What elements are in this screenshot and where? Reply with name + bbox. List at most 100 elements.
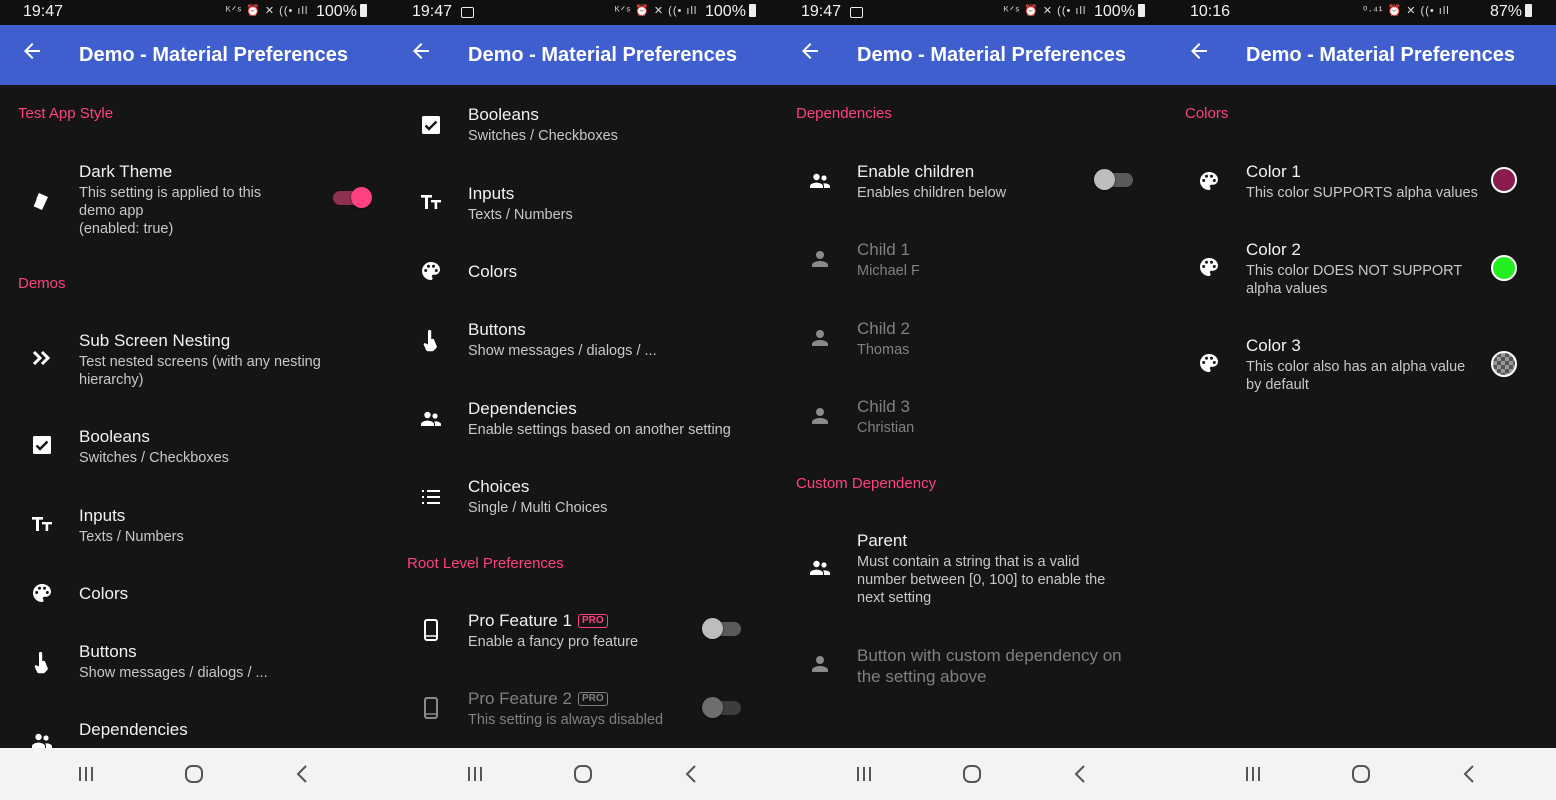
phone-icon xyxy=(424,697,438,719)
color-3-swatch[interactable] xyxy=(1491,351,1517,377)
pref-summary: Enables children below xyxy=(857,185,1007,201)
people-icon xyxy=(810,560,830,575)
palette-icon xyxy=(1200,258,1218,276)
pref-summary: Show messages / dialogs / ... xyxy=(79,665,268,681)
checkbox-icon xyxy=(422,116,440,134)
pref-title: Sub Screen Nesting xyxy=(79,331,231,350)
color-2-swatch[interactable] xyxy=(1491,255,1517,281)
pref-summary: Christian xyxy=(857,420,915,436)
status-time: 10:16 xyxy=(1190,3,1231,20)
pref-title: Button with custom dependency on the set… xyxy=(857,646,1122,686)
status-time: 19:47 xyxy=(801,3,842,20)
pref-title: Booleans xyxy=(468,105,539,124)
back-arrow-icon[interactable] xyxy=(798,39,822,63)
status-bar: 10:16 ⁰·⁴¹ ⏰ ✕ ((• ıll 87% xyxy=(1167,0,1556,25)
gallery-notification-icon xyxy=(461,7,474,18)
home-icon[interactable] xyxy=(1349,762,1373,786)
battery-icon xyxy=(359,4,367,17)
pref-summary: Texts / Numbers xyxy=(79,529,184,545)
list-icon xyxy=(422,490,440,504)
pref-summary: Single / Multi Choices xyxy=(468,500,608,516)
recents-icon[interactable] xyxy=(463,762,487,786)
status-icons: ᴷᐟˢ ⏰ ✕ ((• ıll xyxy=(226,5,309,17)
status-bar: 19:47 ᴷᐟˢ ⏰ ✕ ((• ıll 100% xyxy=(389,0,778,25)
touch-icon xyxy=(423,329,437,352)
battery-level: 100% xyxy=(705,3,756,21)
status-bar: 19:47 ᴷᐟˢ ⏰ ✕ ((• ıll 100% xyxy=(0,0,389,25)
nav-back-icon[interactable] xyxy=(1069,762,1093,786)
preference-list: Colors Color 1 This color SUPPORTS alpha… xyxy=(1167,85,1556,748)
person-icon xyxy=(812,656,828,672)
recents-icon[interactable] xyxy=(74,762,98,786)
preference-list: Booleans Switches / Checkboxes Inputs Te… xyxy=(389,85,778,748)
section-header: Root Level Preferences xyxy=(407,555,564,572)
screen-dependencies: 19:47 ᴷᐟˢ ⏰ ✕ ((• ıll 100% Demo - Materi… xyxy=(778,0,1167,800)
pref-title: Dark Theme xyxy=(79,162,173,181)
color-1-swatch[interactable] xyxy=(1491,167,1517,193)
pref-title: Pro Feature 2 PRO xyxy=(468,689,608,709)
status-time: 19:47 xyxy=(412,3,453,20)
app-bar: Demo - Material Preferences xyxy=(1167,25,1556,85)
pref-title: Child 3 xyxy=(857,397,910,416)
checkbox-icon xyxy=(33,436,51,454)
battery-level: 100% xyxy=(316,3,367,21)
page-title: Demo - Material Preferences xyxy=(1246,44,1516,66)
battery-icon xyxy=(748,4,756,17)
pref-summary: This color also has an alpha value by de… xyxy=(1246,359,1466,393)
nav-back-icon[interactable] xyxy=(680,762,704,786)
system-nav-bar xyxy=(389,748,778,800)
status-icons: ⁰·⁴¹ ⏰ ✕ ((• ıll xyxy=(1363,5,1450,17)
pref-title: Buttons xyxy=(79,642,137,661)
screen-colors: 10:16 ⁰·⁴¹ ⏰ ✕ ((• ıll 87% Demo - Materi… xyxy=(1167,0,1556,800)
nav-back-icon[interactable] xyxy=(291,762,315,786)
back-arrow-icon[interactable] xyxy=(20,39,44,63)
palette-icon xyxy=(1200,172,1218,190)
pref-title: Inputs xyxy=(468,184,515,203)
pref-title: Pro Feature 1 PRO xyxy=(468,611,608,631)
system-nav-bar xyxy=(0,748,389,800)
pref-title: Choices xyxy=(468,477,530,496)
recents-icon[interactable] xyxy=(1241,762,1265,786)
theme-icon xyxy=(32,193,48,210)
pref-title: Parent xyxy=(857,531,908,550)
home-icon[interactable] xyxy=(571,762,595,786)
gallery-notification-icon xyxy=(850,7,863,18)
pref-title: Inputs xyxy=(79,506,126,525)
screen-root-level: 19:47 ᴷᐟˢ ⏰ ✕ ((• ıll 100% Demo - Materi… xyxy=(389,0,778,800)
dark-theme-switch[interactable] xyxy=(333,187,372,208)
pref-title: Colors xyxy=(79,584,129,603)
section-header: Demos xyxy=(18,275,66,292)
phone-icon xyxy=(424,619,438,641)
home-icon[interactable] xyxy=(960,762,984,786)
preference-list: Dependencies Enable children Enables chi… xyxy=(778,85,1167,748)
home-icon[interactable] xyxy=(182,762,206,786)
pref-summary: Switches / Checkboxes xyxy=(468,128,618,144)
back-arrow-icon[interactable] xyxy=(1187,39,1211,63)
pref-summary: Enable a fancy pro feature xyxy=(468,634,639,650)
system-nav-bar xyxy=(778,748,1167,800)
pro-feature-1-switch[interactable] xyxy=(702,618,741,639)
people-icon xyxy=(421,411,441,426)
text-size-icon xyxy=(421,195,441,209)
pref-summary: Show messages / dialogs / ... xyxy=(468,343,657,359)
recents-icon[interactable] xyxy=(852,762,876,786)
people-icon xyxy=(810,173,830,188)
status-icons: ᴷᐟˢ ⏰ ✕ ((• ıll xyxy=(615,5,698,17)
pref-title: Color 1 xyxy=(1246,162,1301,181)
section-header: Colors xyxy=(1185,105,1229,122)
touch-icon xyxy=(34,651,48,674)
pref-title: Colors xyxy=(468,262,518,281)
pref-title: Booleans xyxy=(79,427,150,446)
person-icon xyxy=(812,408,828,424)
pref-summary: Texts / Numbers xyxy=(468,207,573,223)
battery-icon xyxy=(1525,4,1533,17)
double-chevron-icon xyxy=(32,350,51,366)
nav-back-icon[interactable] xyxy=(1458,762,1482,786)
back-arrow-icon[interactable] xyxy=(409,39,433,63)
preference-list: Test App Style Dark Theme This setting i… xyxy=(0,85,389,748)
battery-level: 100% xyxy=(1094,3,1145,21)
enable-children-switch[interactable] xyxy=(1094,169,1133,190)
pref-summary: This setting is always disabled xyxy=(468,712,664,728)
app-bar: Demo - Material Preferences xyxy=(389,25,778,85)
pro-feature-2-switch xyxy=(702,697,741,718)
